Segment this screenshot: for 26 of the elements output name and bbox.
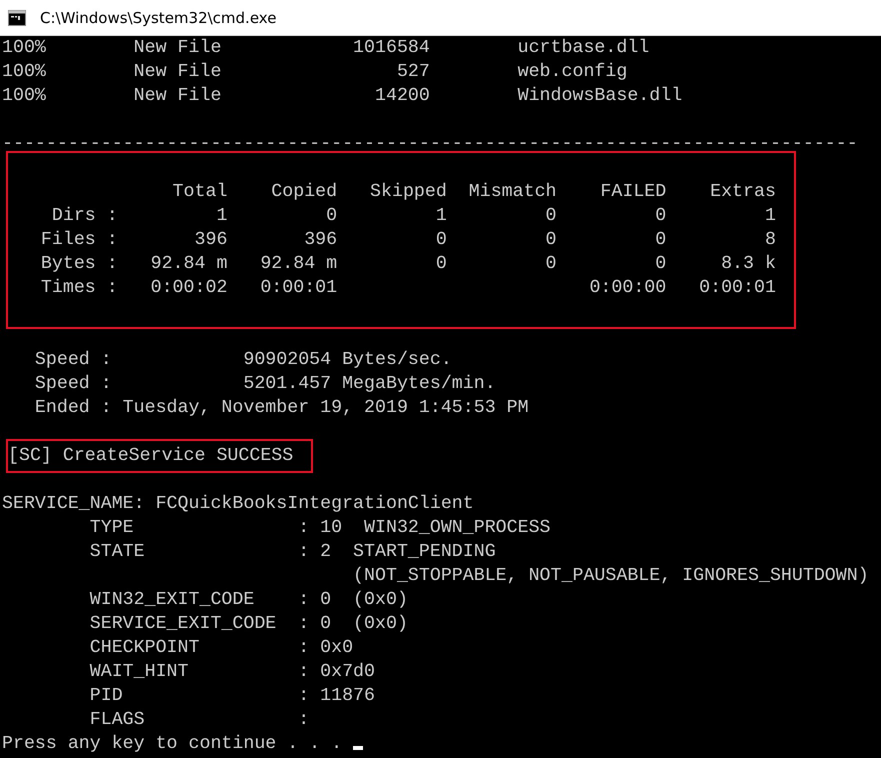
console-line: STATE : 2 START_PENDING <box>88 542 496 562</box>
console-line: SERVICE_NAME: FCQuickBooksIntegrationClient <box>2 494 474 514</box>
console-line: SERVICE_EXIT_CODE : 0 (0x0) <box>88 614 408 634</box>
console-line: 100% New File 1016584 ucrtbase.dll <box>2 38 650 58</box>
console-line: PID : 11876 <box>88 686 375 706</box>
console-line: 100% New File 14200 WindowsBase.dll <box>2 86 682 106</box>
console-line: CHECKPOINT : 0x0 <box>88 638 354 658</box>
console-line: Ended : Tuesday, November 19, 2019 1:45:53 PM <box>34 398 529 418</box>
console-prompt: Press any key to continue . . . <box>2 734 344 754</box>
console-line: (NOT_STOPPABLE, NOT_PAUSABLE, IGNORES_SHUTDOWN) <box>352 566 869 586</box>
console-line: Bytes : 92.84 m 92.84 m 0 0 0 8.3 k <box>40 254 776 274</box>
console-line: 100% New File 527 web.config <box>2 62 628 82</box>
console-line: Speed : 5201.457 MegaBytes/min. <box>34 374 496 394</box>
console-line: Dirs : 1 0 1 0 0 1 <box>50 206 776 226</box>
console-line: WIN32_EXIT_CODE : 0 (0x0) <box>88 590 408 610</box>
console-line: FLAGS : <box>88 710 310 730</box>
console-line: Speed : 90902054 Bytes/sec. <box>34 350 452 370</box>
window-title: C:\Windows\System32\cmd.exe <box>40 8 276 26</box>
console-line: [SC] CreateService SUCCESS <box>8 446 294 466</box>
console-line: WAIT_HINT : 0x7d0 <box>88 662 375 682</box>
console-line: Times : 0:00:02 0:00:01 0:00:00 0:00:01 <box>40 278 776 298</box>
console-line: Files : 396 396 0 0 0 8 <box>40 230 776 250</box>
console-app-icon <box>8 10 26 26</box>
console-line: TYPE : 10 WIN32_OWN_PROCESS <box>88 518 551 538</box>
console-line: Total Copied Skipped Mismatch FAILED Extras <box>172 182 776 202</box>
console-line: ------------------------------------------------------------------------------ <box>2 134 858 154</box>
